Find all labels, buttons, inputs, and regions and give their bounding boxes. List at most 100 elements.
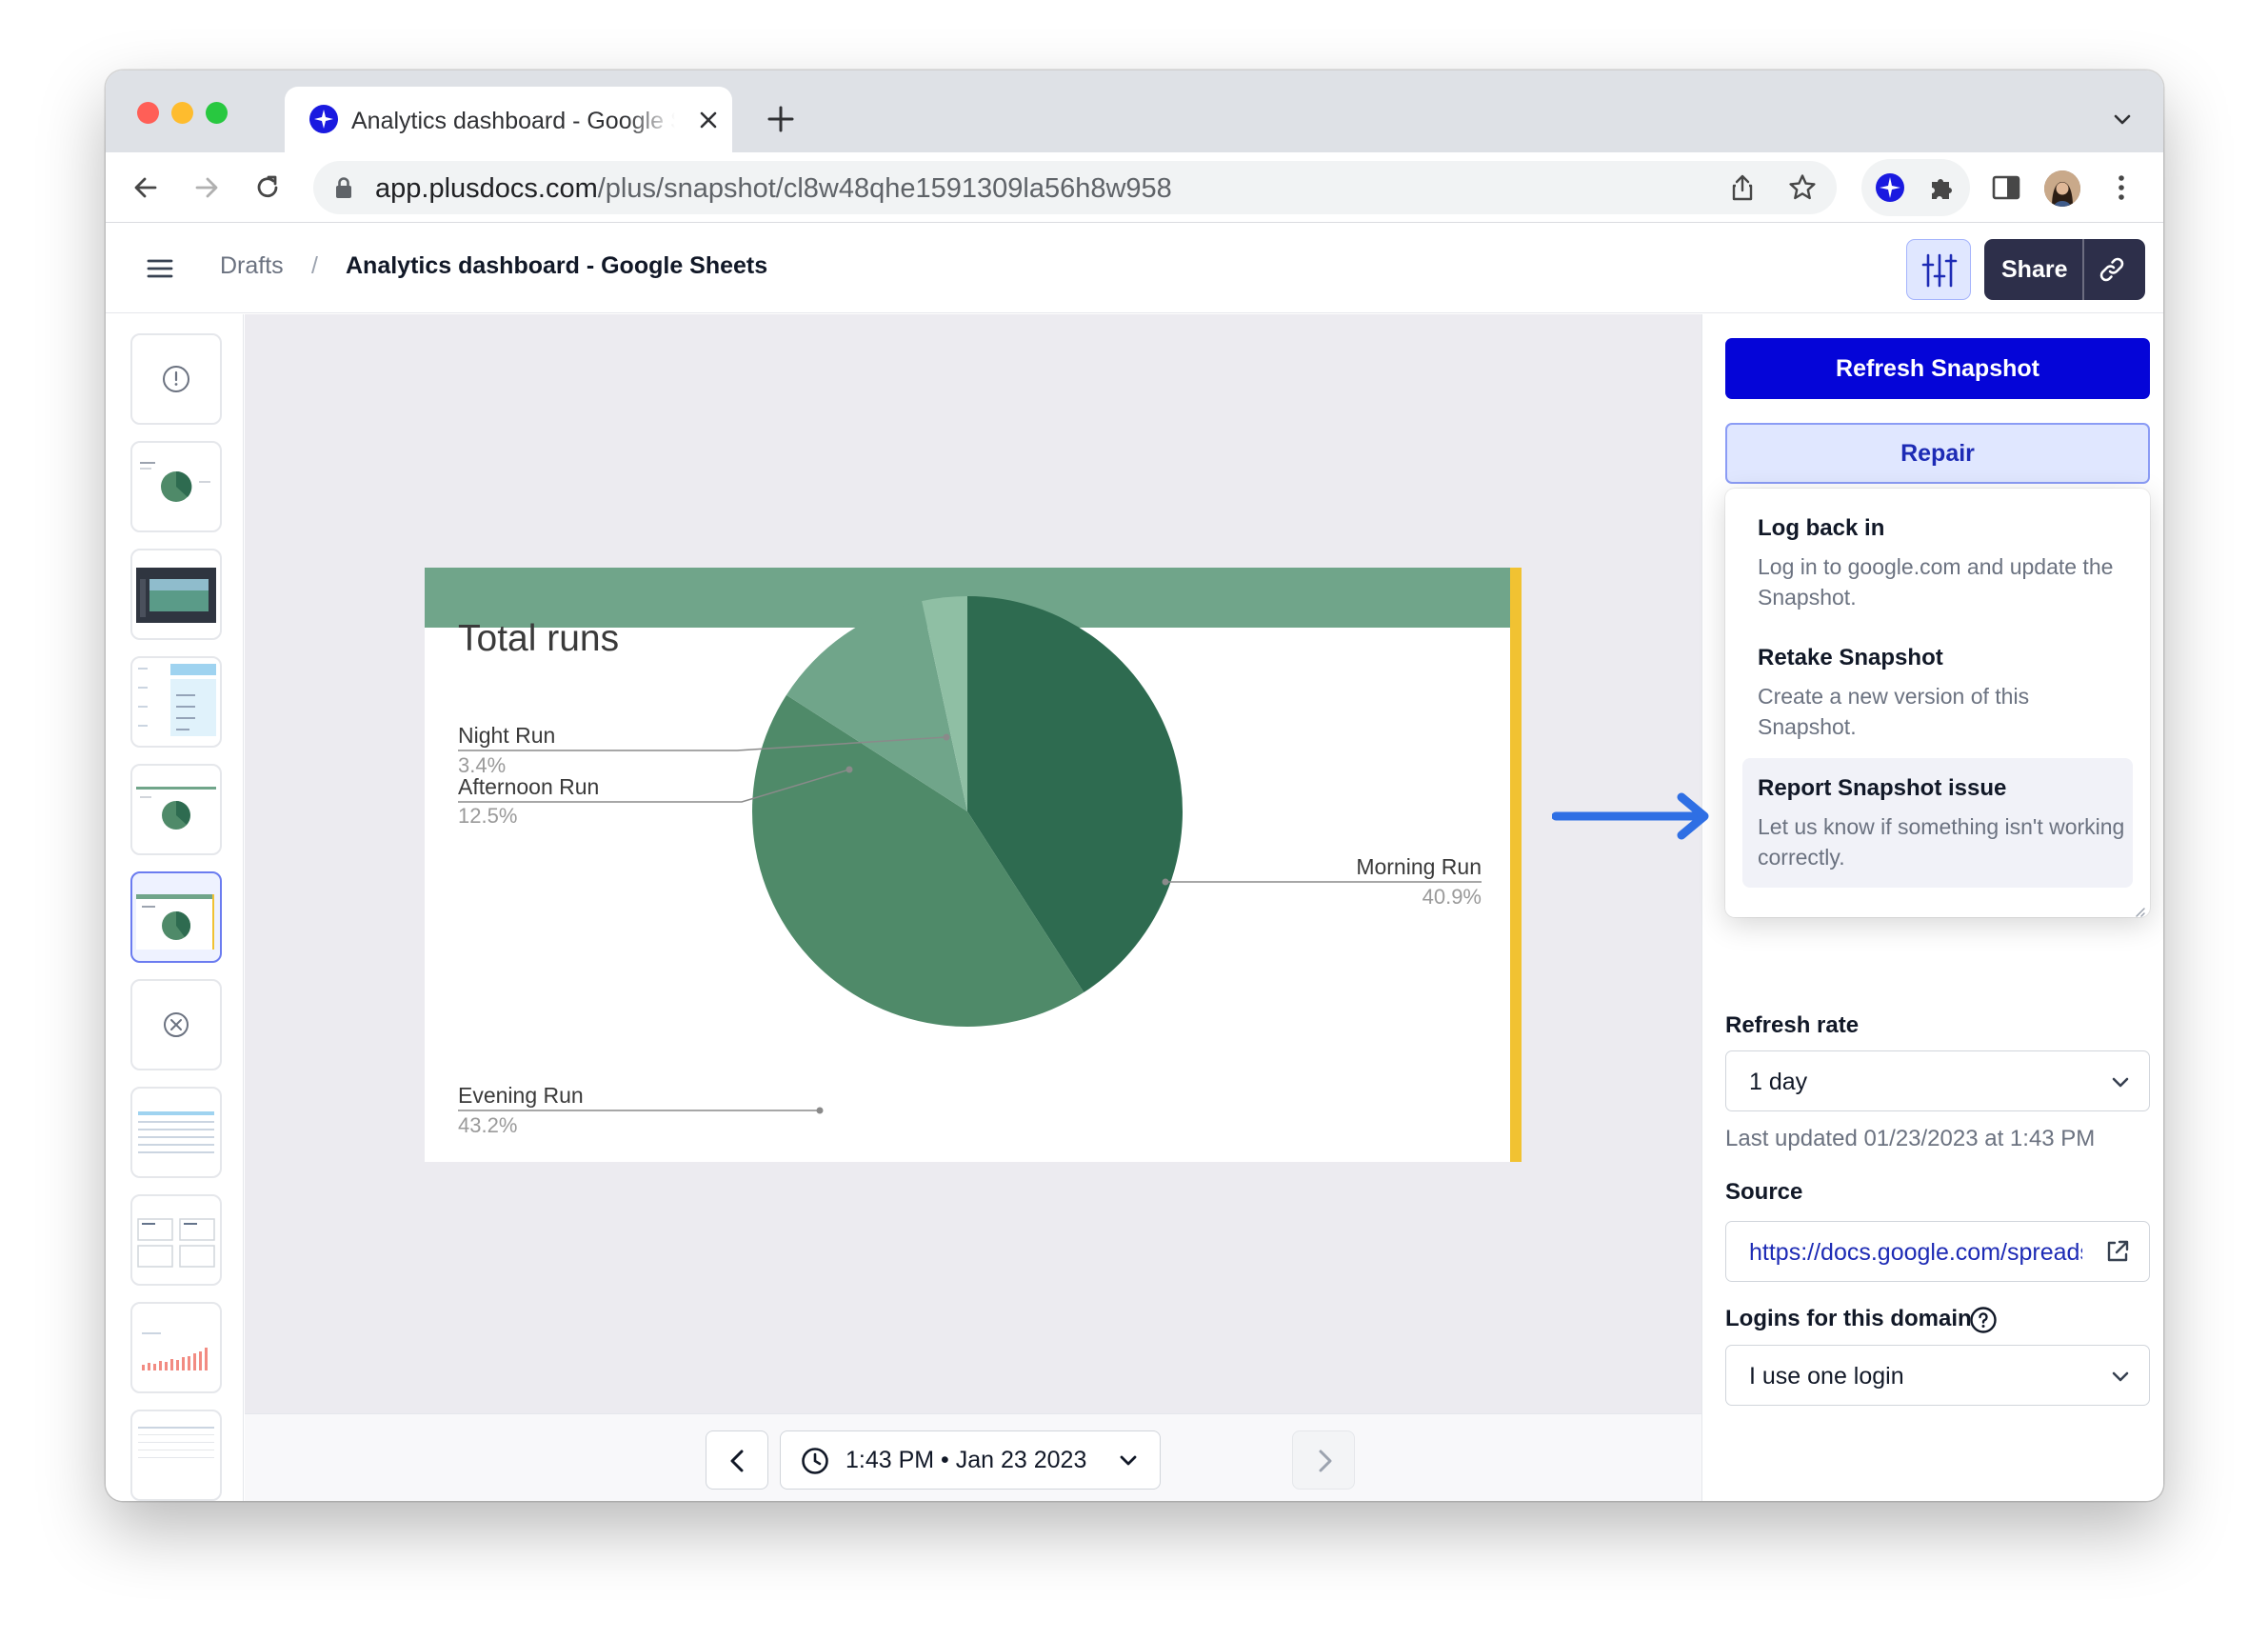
browser-toolbar: app.plusdocs.com/plus/snapshot/cl8w48qhe… — [106, 152, 2163, 223]
slice-pct-afternoon-run: 12.5% — [458, 804, 517, 828]
slice-pct-evening-run: 43.2% — [458, 1113, 517, 1137]
clock-icon — [802, 1448, 828, 1474]
thumbnail-11[interactable] — [130, 1410, 222, 1501]
source-url-link[interactable]: https://docs.google.com/spreadsheets — [1749, 1239, 2082, 1267]
logins-value: I use one login — [1749, 1363, 1904, 1390]
menu-item-description: Let us know if something isn't working c… — [1758, 814, 2125, 870]
chevron-down-icon — [2112, 1077, 2129, 1088]
tab-strip: Analytics dashboard - Google Sheets — [106, 70, 2163, 152]
error-x-circle-icon — [164, 1012, 189, 1037]
dashboard-preview-icon — [136, 568, 216, 623]
thumbnail-5[interactable] — [130, 764, 222, 855]
refresh-rate-select[interactable]: 1 day — [1725, 1050, 2150, 1111]
app-header: Drafts / Analytics dashboard - Google Sh… — [106, 224, 2163, 313]
chevron-right-icon — [1319, 1450, 1332, 1472]
sheet-preview-icon — [138, 1427, 214, 1458]
close-tab-icon[interactable] — [696, 108, 721, 132]
url-text[interactable]: app.plusdocs.com/plus/snapshot/cl8w48qhe… — [375, 173, 1172, 205]
tab-search-chevron-icon[interactable] — [2111, 109, 2134, 131]
profile-photo-icon — [2044, 170, 2080, 207]
menu-item-report-snapshot-issue[interactable]: Report Snapshot issue Let us know if som… — [1742, 758, 2133, 888]
thumbnail-9[interactable] — [130, 1194, 222, 1286]
maximize-window-button[interactable] — [206, 102, 228, 124]
external-link-icon[interactable] — [2103, 1237, 2132, 1266]
thumbnail-4[interactable] — [130, 656, 222, 748]
reload-icon[interactable] — [252, 172, 283, 203]
refresh-rate-value: 1 day — [1749, 1069, 1808, 1095]
new-tab-icon[interactable] — [766, 105, 795, 133]
browser-menu-kebab-icon[interactable] — [2105, 171, 2138, 204]
share-page-icon[interactable] — [1727, 172, 1758, 203]
snapshot-history-bar: 1:43 PM • Jan 23 2023 — [245, 1413, 1701, 1501]
pie-preview-icon — [136, 894, 214, 950]
slice-label-night-run: Night Run — [458, 723, 555, 748]
minimize-window-button[interactable] — [171, 102, 193, 124]
menu-item-description: Log in to google.com and update the Snap… — [1758, 554, 2114, 610]
logins-label: Logins for this domain — [1725, 1306, 1972, 1331]
thumbnail-8[interactable] — [130, 1087, 222, 1178]
close-window-button[interactable] — [137, 102, 159, 124]
thumbnail-1[interactable] — [130, 333, 222, 425]
menu-item-retake-snapshot[interactable]: Retake Snapshot Create a new version of … — [1742, 628, 2133, 750]
thumbnail-3[interactable] — [130, 549, 222, 640]
profile-avatar[interactable] — [2044, 170, 2080, 207]
copy-link-icon[interactable] — [2097, 254, 2127, 285]
extensions-group — [1861, 159, 1970, 216]
chart-title: Total runs — [458, 618, 619, 659]
address-bar[interactable]: app.plusdocs.com/plus/snapshot/cl8w48qhe… — [313, 161, 1837, 214]
menu-item-title: Log back in — [1758, 515, 1885, 541]
menu-item-description: Create a new version of this Snapshot. — [1758, 684, 2030, 739]
table-preview-icon — [138, 1111, 214, 1153]
pie-preview-icon — [140, 462, 210, 502]
bar-chart-preview-icon — [142, 1332, 208, 1370]
previous-snapshot-button[interactable] — [706, 1430, 768, 1490]
extensions-puzzle-icon[interactable] — [1926, 172, 1957, 203]
leader-dot-afternoon-run — [846, 766, 853, 773]
refresh-rate-label: Refresh rate — [1725, 1012, 1860, 1038]
last-updated-text: Last updated 01/23/2023 at 1:43 PM — [1725, 1126, 2096, 1151]
page-title: Analytics dashboard - Google Sheets — [346, 252, 768, 279]
snapshot-canvas: Total runs Night Run 3.4% Afternoon Run … — [245, 314, 1701, 1413]
snapshot-thumbnail-list — [106, 314, 244, 1501]
menu-item-log-back-in[interactable]: Log back in Log in to google.com and upd… — [1742, 498, 2133, 620]
repair-dropdown-menu: Log back in Log in to google.com and upd… — [1725, 489, 2150, 917]
menu-item-title: Report Snapshot issue — [1758, 775, 2007, 801]
menu-item-title: Retake Snapshot — [1758, 645, 1943, 670]
slide-yellow-edge — [1510, 568, 1522, 1162]
browser-tab[interactable]: Analytics dashboard - Google Sheets — [285, 87, 732, 152]
snapshot-slide: Total runs Night Run 3.4% Afternoon Run … — [425, 568, 1522, 1162]
settings-toggle-button[interactable] — [1906, 239, 1971, 300]
breadcrumb-drafts[interactable]: Drafts — [220, 252, 284, 280]
thumbnail-7[interactable] — [130, 979, 222, 1070]
lock-icon[interactable] — [332, 175, 355, 200]
plus-extension-icon[interactable] — [1875, 172, 1905, 203]
hamburger-menu-icon[interactable] — [144, 252, 176, 285]
back-arrow-icon[interactable] — [130, 172, 161, 203]
logins-select[interactable]: I use one login — [1725, 1345, 2150, 1406]
pie-preview-icon — [136, 787, 216, 830]
slice-label-evening-run: Evening Run — [458, 1083, 584, 1108]
thumbnail-6-selected[interactable] — [130, 871, 222, 963]
leader-dot-evening-run — [816, 1107, 824, 1114]
browser-window: Analytics dashboard - Google Sheets — [106, 70, 2163, 1501]
next-snapshot-button[interactable] — [1292, 1430, 1355, 1490]
repair-button[interactable]: Repair — [1725, 423, 2150, 484]
thumbnail-2[interactable] — [130, 441, 222, 532]
thumbnail-10[interactable] — [130, 1302, 222, 1393]
url-path: /plus/snapshot/cl8w48qhe1591309la56h8w95… — [597, 173, 1172, 204]
share-button[interactable]: Share — [1984, 239, 2145, 300]
source-field: https://docs.google.com/spreadsheets — [1725, 1221, 2150, 1282]
resize-handle-icon[interactable] — [2133, 905, 2146, 918]
snapshot-time-selector[interactable]: 1:43 PM • Jan 23 2023 — [780, 1430, 1161, 1490]
forward-arrow-icon[interactable] — [191, 172, 222, 203]
help-question-icon[interactable] — [1969, 1306, 1998, 1334]
cards-preview-icon — [137, 1218, 215, 1268]
bookmark-star-icon[interactable] — [1787, 172, 1818, 203]
plus-logo-icon — [309, 105, 338, 133]
breadcrumb-separator: / — [311, 252, 318, 279]
sliders-icon — [1921, 253, 1958, 288]
slice-label-morning-run: Morning Run — [1356, 854, 1482, 879]
side-panel-icon[interactable] — [1990, 171, 2022, 204]
refresh-snapshot-button[interactable]: Refresh Snapshot — [1725, 338, 2150, 399]
leader-dot-morning-run — [1162, 878, 1169, 886]
